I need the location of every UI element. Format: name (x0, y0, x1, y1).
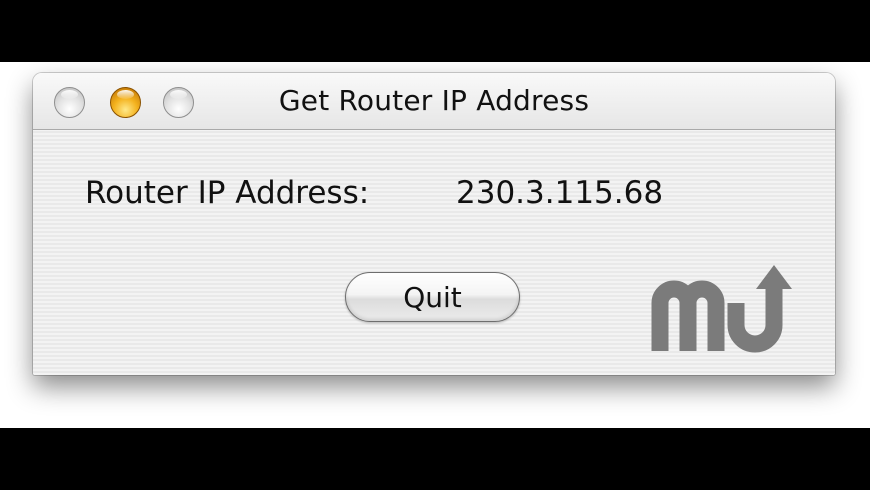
quit-button[interactable]: Quit (345, 272, 520, 322)
window-title: Get Router IP Address (278, 84, 590, 117)
bottom-letterbox (0, 428, 870, 490)
title-bar[interactable]: Get Router IP Address (33, 73, 835, 130)
top-letterbox (0, 0, 870, 62)
router-ip-value: 230.3.115.68 (456, 175, 664, 211)
app-window: Get Router IP Address Router IP Address:… (33, 73, 835, 375)
macupdate-logo-icon (651, 265, 792, 353)
router-ip-label: Router IP Address: (85, 175, 370, 211)
